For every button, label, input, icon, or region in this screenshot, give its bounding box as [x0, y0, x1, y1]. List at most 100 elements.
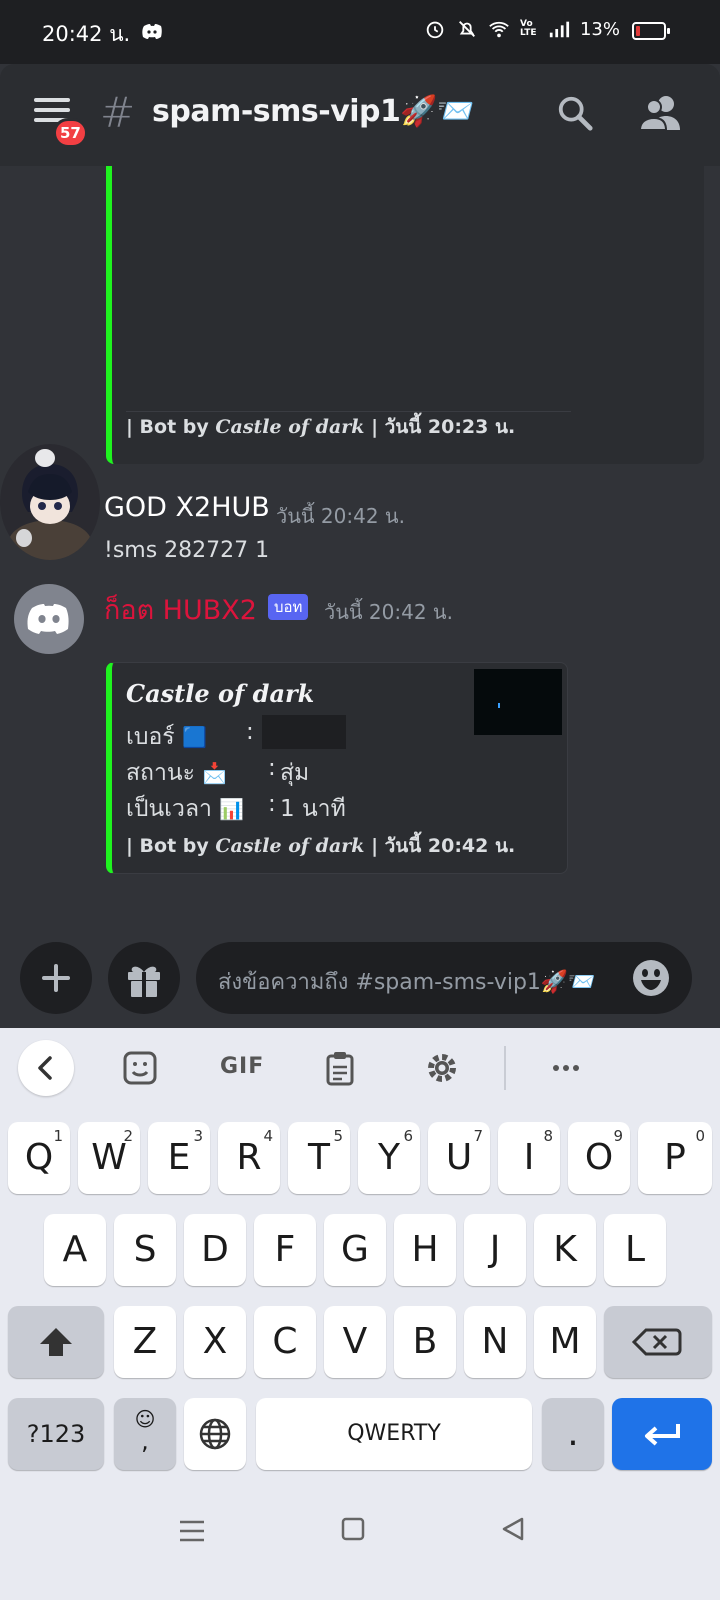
embed-field-status: สถานะ 📩 : สุ่ม	[126, 755, 310, 786]
more-icon[interactable]	[548, 1050, 584, 1086]
key-i[interactable]: I8	[498, 1122, 560, 1194]
gif-button[interactable]: GIF	[220, 1054, 264, 1079]
gift-button[interactable]	[108, 942, 180, 1014]
avatar-bot[interactable]	[14, 584, 84, 654]
chart-emoji: 📊	[219, 797, 245, 821]
channel-header: 57 # spam-sms-vip1🚀📨	[0, 64, 720, 166]
plus-icon	[42, 964, 70, 992]
blue-square-emoji: 🟦	[181, 725, 207, 749]
embed-image	[126, 166, 571, 412]
space-key[interactable]: QWERTY	[256, 1398, 532, 1470]
keyboard-collapse-button[interactable]	[18, 1040, 74, 1096]
key-a[interactable]: A	[44, 1214, 106, 1286]
key-b[interactable]: B	[394, 1306, 456, 1378]
message-timestamp: วันนี้ 20:42 น.	[276, 504, 405, 528]
bot-embed: Castle of dark เบอร์ 🟦 : สถานะ 📩 : สุ่ม …	[106, 662, 568, 874]
message-list[interactable]: | Bot by Castle of dark | วันนี้ 20:23 น…	[0, 166, 720, 936]
key-v[interactable]: V	[324, 1306, 386, 1378]
battery-icon	[632, 22, 670, 40]
key-l[interactable]: L	[604, 1214, 666, 1286]
embed-title: Castle of dark	[126, 679, 315, 708]
status-time: 20:42 น.	[42, 22, 131, 46]
key-u[interactable]: U7	[428, 1122, 490, 1194]
message-input-placeholder: ส่งข้อความถึง #spam-sms-vip1🚀📨	[218, 970, 596, 995]
members-icon[interactable]	[638, 94, 682, 132]
key-d[interactable]: D	[184, 1214, 246, 1286]
discord-notification-icon	[142, 24, 162, 39]
toolbar-divider	[504, 1046, 506, 1090]
clipboard-icon[interactable]	[322, 1050, 358, 1086]
keyboard-toolbar: GIF	[0, 1028, 720, 1108]
key-t[interactable]: T5	[288, 1122, 350, 1194]
status-bar: 20:42 น. VoLTE 13%	[0, 0, 720, 64]
embed-previous: | Bot by Castle of dark | วันนี้ 20:23 น…	[106, 166, 704, 464]
embed-thumbnail[interactable]	[474, 669, 562, 735]
key-z[interactable]: Z	[114, 1306, 176, 1378]
wifi-icon	[489, 21, 509, 38]
message-input[interactable]: ส่งข้อความถึง #spam-sms-vip1🚀📨	[196, 942, 692, 1014]
enter-icon	[645, 1424, 680, 1446]
mute-bell-icon	[459, 21, 475, 37]
volte-label: VoLTE	[519, 19, 537, 38]
battery-percent: 13%	[579, 18, 620, 40]
key-p[interactable]: P0	[638, 1122, 712, 1194]
backspace-icon	[631, 1328, 682, 1356]
key-k[interactable]: K	[534, 1214, 596, 1286]
chevron-left-icon	[38, 1056, 52, 1080]
back-icon[interactable]	[500, 1516, 526, 1542]
backspace-key[interactable]	[604, 1306, 712, 1378]
embed-field-number: เบอร์ 🟦 :	[126, 719, 254, 750]
key-o[interactable]: O9	[568, 1122, 630, 1194]
bot-author[interactable]: ก็อต HUBX2	[104, 588, 257, 631]
message-content: !sms 282727 1	[104, 538, 270, 563]
gift-icon	[128, 966, 160, 997]
bot-tag: บอท	[268, 594, 309, 620]
bot-message-timestamp: วันนี้ 20:42 น.	[324, 600, 453, 624]
key-f[interactable]: F	[254, 1214, 316, 1286]
shift-icon	[40, 1328, 72, 1356]
sticker-icon[interactable]	[122, 1050, 158, 1086]
key-y[interactable]: Y6	[358, 1122, 420, 1194]
key-n[interactable]: N	[464, 1306, 526, 1378]
add-attachment-button[interactable]	[20, 942, 92, 1014]
discord-logo-icon	[27, 604, 69, 634]
symbols-key[interactable]: ?123	[8, 1398, 104, 1470]
channel-hash-icon: #	[100, 88, 136, 137]
language-key[interactable]	[184, 1398, 246, 1470]
globe-icon	[199, 1418, 231, 1450]
embed-field-duration: เป็นเวลา 📊 : 1 นาที	[126, 791, 346, 822]
key-q[interactable]: Q1	[8, 1122, 70, 1194]
emoji-picker-icon[interactable]	[632, 959, 670, 997]
key-r[interactable]: R4	[218, 1122, 280, 1194]
gear-icon[interactable]	[424, 1050, 460, 1086]
emoji-comma-key[interactable]: ☺ ,	[114, 1398, 176, 1470]
recents-menu-icon[interactable]	[178, 1518, 206, 1544]
key-c[interactable]: C	[254, 1306, 316, 1378]
key-g[interactable]: G	[324, 1214, 386, 1286]
avatar-god-x2hub[interactable]	[0, 444, 100, 560]
channel-title[interactable]: spam-sms-vip1🚀📨	[152, 94, 475, 129]
message-author[interactable]: GOD X2HUB	[104, 492, 270, 523]
search-icon[interactable]	[556, 94, 594, 132]
key-e[interactable]: E3	[148, 1122, 210, 1194]
embed-footer: | Bot by Castle of dark | วันนี้ 20:23 น…	[126, 416, 516, 438]
home-icon[interactable]	[340, 1516, 366, 1542]
alarm-icon	[426, 21, 444, 39]
envelope-emoji: 📩	[202, 761, 228, 785]
unread-badge: 57	[53, 118, 88, 148]
message-composer: ส่งข้อความถึง #spam-sms-vip1🚀📨	[0, 936, 720, 1028]
enter-key[interactable]	[612, 1398, 712, 1470]
keyboard: GIF Q1 W2 E3 R4 T5 Y6 U7 I8 O9 P0 A S D …	[0, 1028, 720, 1490]
key-m[interactable]: M	[534, 1306, 596, 1378]
shift-key[interactable]	[8, 1306, 104, 1378]
key-s[interactable]: S	[114, 1214, 176, 1286]
key-w[interactable]: W2	[78, 1122, 140, 1194]
system-nav-bar	[0, 1490, 720, 1600]
period-key[interactable]: .	[542, 1398, 604, 1470]
signal-icon	[549, 21, 570, 38]
redacted-value	[262, 715, 346, 749]
key-j[interactable]: J	[464, 1214, 526, 1286]
key-h[interactable]: H	[394, 1214, 456, 1286]
key-x[interactable]: X	[184, 1306, 246, 1378]
embed-footer: | Bot by Castle of dark | วันนี้ 20:42 น…	[126, 835, 516, 857]
